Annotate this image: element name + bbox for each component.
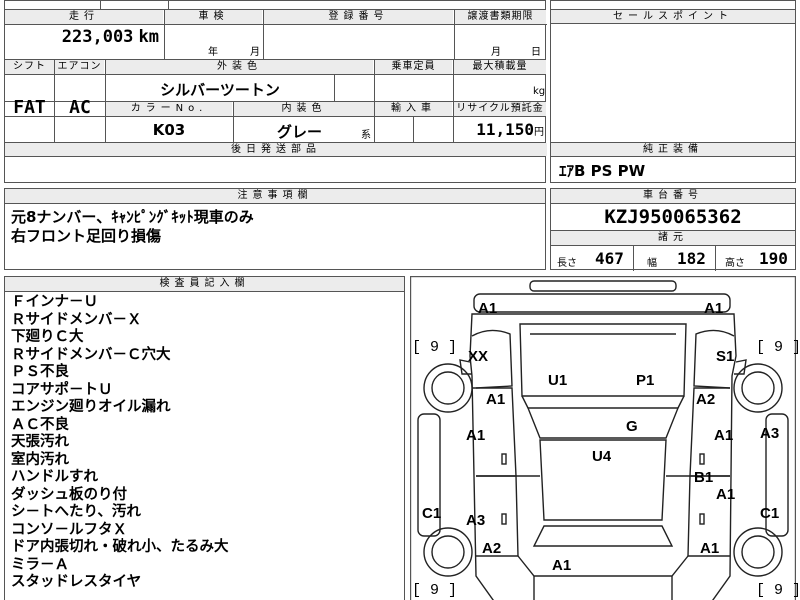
mark-left-quarter: A2 [482,540,502,557]
registration-header: 登録番号 [264,10,453,24]
inspector-line: ＡＣ不良 [11,416,69,433]
inspector-line: ハンドルすれ [11,469,98,485]
inspection-header: 車検 [165,10,262,24]
notes-box: 注意事項欄 元8ナンバー、ｷｬﾝﾋﾟﾝｸﾞｷｯﾄ現車のみ 右フロント足回り損傷 [4,188,546,270]
mark-right-fender: A2 [696,391,716,408]
tire-rear-right: [ 9 ] [756,582,800,599]
vehicle-info-table: 走行 223,003 km 車検 年 月 登録番号 譲渡書類期限 月 日 シフト… [4,0,547,183]
notes-line-1: 元8ナンバー、ｷｬﾝﾋﾟﾝｸﾞｷｯﾄ現車のみ [11,208,254,226]
specs-header: 諸元 [551,231,795,245]
std-equipment-header: 純正装備 [551,143,795,156]
width-value: 182 [677,249,706,268]
tire-front-right: [ 9 ] [756,339,800,356]
interior-color-value: グレー [277,123,323,141]
width-label: 幅 [647,258,657,269]
mark-left-fender: A1 [486,391,506,408]
inspector-header: 検査員記入欄 [5,277,404,291]
inspection-year-label: 年 [208,47,218,58]
mark-right-side-lower: C1 [760,505,780,522]
mileage-header: 走行 [5,10,163,24]
import-header: 輸入車 [375,102,452,116]
inspector-line: 天張汚れ [11,434,69,450]
mark-rear: A1 [552,557,572,574]
chassis-box: 車台番号 KZJ950065362 諸元 長さ 467 幅 182 高さ 190 [550,188,796,271]
height-label: 高さ [725,258,745,269]
shift-header: シフト [5,60,54,74]
max-load-unit: kg [533,86,546,97]
inspector-box: 検査員記入欄 Ｆインナ－Ｕ Ｒサイドメンバ－Ｘ 下廻りＣ大 Ｒサイドメンバ－Ｃ穴大 ＰＳ… [4,276,405,600]
mark-right-rear-door: A1 [716,486,736,503]
height-value: 190 [759,249,788,268]
recycle-value: 11,150円 [476,120,544,139]
mark-right-fender-top: S1 [716,348,735,365]
chassis-number: KZJ950065362 [604,206,742,228]
mark-left-rear-door: A3 [466,512,486,529]
transfer-month-label: 月 [491,47,501,58]
inspector-line: ダッシュ板のり付 [11,486,127,503]
mark-left-front-door: A1 [466,427,486,444]
inspector-line: コアサポ－トＵ [11,381,113,398]
inspector-line: Ｒサイドメンバ－Ｃ穴大 [11,346,171,363]
inspector-lines: Ｆインナ－Ｕ Ｒサイドメンバ－Ｘ 下廻りＣ大 Ｒサイドメンバ－Ｃ穴大 ＰＳ不良 コアサポ－… [11,294,229,592]
mark-hood-left: U1 [548,372,568,389]
std-equipment-value: ｴｱB PS PW [559,162,646,180]
inspector-line: 室内汚れ [11,451,69,468]
tire-front-left: [ 9 ] [412,339,458,356]
color-no-value: K03 [152,121,186,139]
inspector-line: コンソ－ルフタＸ [11,521,127,538]
length-value: 467 [595,249,624,268]
mark-right-front-door: A1 [714,427,734,444]
mark-right-pillar: B1 [694,469,714,486]
inspector-line: Ｒサイドメンバ－Ｘ [11,311,142,328]
inspector-line: シ－トへたり、汚れ [11,504,141,520]
inspection-month-label: 月 [250,47,260,58]
mark-left-fender-top: XX [468,348,489,365]
mark-windshield: G [626,418,638,435]
inspector-line: ドア内張切れ・破れ小、たるみ大 [11,539,229,555]
exterior-color-value: シルバーツートン [160,81,280,99]
max-load-header: 最大積載量 [454,60,546,74]
sales-point-header: セールスポイント [551,10,795,23]
transfer-deadline-header: 譲渡書類期限 [455,10,546,24]
mark-right-side-far: A3 [760,425,780,442]
mark-roof: U4 [592,448,612,465]
mark-hood-right: P1 [636,372,655,389]
length-label: 長さ [557,258,577,269]
tire-rear-left: [ 9 ] [412,582,458,599]
mark-left-side-far: C1 [422,505,442,522]
interior-color-header: 内装色 [234,102,374,116]
interior-color-suffix: 系 [361,130,371,141]
mark-front-right: A1 [704,300,724,317]
mileage-value: 223,003 km [61,27,159,47]
inspector-line: ミラ－Ａ [11,556,69,573]
ac-value: AC [69,97,91,118]
later-parts-header: 後日発送部品 [5,143,547,156]
inspector-line: Ｆインナ－Ｕ [11,294,98,310]
notes-line-2: 右フロント足回り損傷 [11,227,162,245]
shift-value: FAT [13,97,46,118]
chassis-header: 車台番号 [551,189,795,203]
inspector-line: エンジン廻りオイル漏れ [11,399,171,415]
transfer-day-label: 日 [531,47,541,58]
exterior-color-header: 外装色 [106,60,373,74]
damage-map: [ 9 ] [ 9 ] [ 9 ] [ 9 ] A1 A1 XX A1 U1 P… [410,276,800,600]
inspector-line: 下廻りＣ大 [11,329,84,345]
recycle-header: リサイクル預託金 [454,102,546,116]
inspector-line: スタッドレスタイヤ [11,574,142,590]
mark-right-quarter: A1 [700,540,720,557]
ac-header: エアコン [55,60,104,74]
mark-front-left: A1 [478,300,498,317]
color-no-header: カラーNo. [106,102,232,116]
notes-header: 注意事項欄 [5,189,545,203]
sales-point-box: セールスポイント 純正装備 ｴｱB PS PW [550,0,796,183]
capacity-header: 乗車定員 [375,60,452,74]
inspector-line: ＰＳ不良 [11,364,69,380]
